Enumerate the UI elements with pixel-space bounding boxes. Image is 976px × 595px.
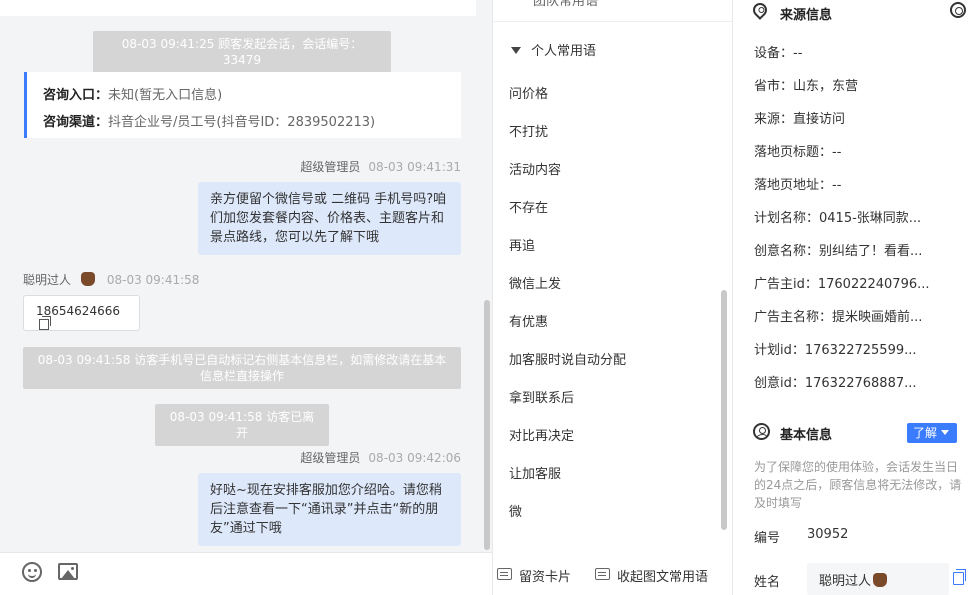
chat-top-strip [0,0,476,16]
phrase-item[interactable]: 再追 [509,235,535,254]
info-province-city: 省市：山东，东营 [754,79,859,94]
message-meta-agent-2: 超级管理员 08-03 09:42:06 [300,449,461,466]
chat-scrollbar[interactable] [484,300,490,550]
phrases-footer: 留资卡片 收起图文常用语 [493,552,733,595]
entrance-value: 未知(暂无入口信息) [108,88,223,103]
image-icon[interactable] [58,563,78,580]
collapse-rich-phrases-button[interactable]: 收起图文常用语 [617,566,708,585]
phrase-item[interactable]: 活动内容 [509,159,561,178]
customer-info-panel: 来源信息 设备：-- 省市：山东，东营 来源：直接访问 落地页标题：-- 落地页… [732,0,976,595]
info-plan-name: 计划名称：0415-张琳同款... [754,211,922,226]
id-label: 编号 [754,531,781,546]
info-advertiser-name: 广告主名称：提米映画婚前... [754,310,923,325]
phrase-item[interactable]: 拿到联系后 [509,387,574,406]
entrance-row: 咨询入口：未知(暂无入口信息) [43,82,445,109]
system-message-visitor-left: 08-03 09:41:58 访客已离开 [155,404,329,446]
consult-entry-card: 咨询入口：未知(暂无入口信息) 咨询渠道：抖音企业号/员工号(抖音号ID：283… [24,72,461,138]
edit-deadline-notice: 为了保障您的使用体验，会话发生当日的24点之后，顾客信息将无法修改，请及时填写 [754,460,962,510]
entrance-label: 咨询入口： [43,88,109,103]
info-advertiser-id: 广告主id：176022240796... [754,277,930,292]
team-phrases-group[interactable]: 团队常用语 [493,0,732,22]
id-value: 30952 [807,527,849,542]
system-message-session-start: 08-03 09:41:25 顾客发起会话，会话编号：33479 [93,31,391,73]
phrase-item[interactable]: 微信上发 [509,273,561,292]
learn-more-dropdown[interactable]: 了解 [907,423,957,443]
rich-doc-icon [595,568,610,580]
chevron-down-icon [941,430,950,435]
team-phrases-label: 团队常用语 [533,0,599,9]
user-circle-icon [753,423,770,440]
phrase-item[interactable]: 加客服时说自动分配 [509,349,626,368]
channel-label: 咨询渠道： [43,115,109,130]
source-info-title: 来源信息 [780,8,833,23]
channel-row: 咨询渠道：抖音企业号/员工号(抖音号ID：2839502213) [43,109,445,136]
message-bubble-agent-1: 亲方便留个微信号或 二维码 手机号吗?咱们加您发套餐内容、价格表、主题客片和景点… [198,182,461,255]
message-bubble-agent-2: 好哒~现在安排客服加您介绍哈。请您稍后注意查看一下“通讯录”并点击“新的朋友”通… [198,473,461,546]
phrases-panel: 团队常用语 个人常用语 问价格 不打扰 活动内容 不存在 再追 微信上发 有优惠… [492,0,733,595]
info-source: 来源：直接访问 [754,112,846,127]
info-plan-id: 计划id：176322725599... [754,343,917,358]
copy-icon[interactable] [39,316,51,330]
sender-name: 超级管理员 [300,160,361,174]
info-creative-name: 创意名称：别纠结了！看看... [754,244,923,259]
info-device: 设备：-- [754,46,803,61]
message-time: 08-03 09:41:31 [368,160,461,174]
emoji-icon[interactable] [22,562,42,582]
sender-name: 超级管理员 [300,451,361,465]
name-label: 姓名 [754,575,781,590]
phrase-item[interactable]: 有优惠 [509,311,548,330]
message-meta-visitor: 聪明过人 08-03 09:41:58 [23,271,199,288]
message-time: 08-03 09:41:58 [106,273,200,287]
settings-icon[interactable] [950,2,966,18]
phrase-item[interactable]: 让加客服 [509,463,561,482]
sender-name: 聪明过人 [23,273,72,287]
name-field[interactable]: 聪明过人 [807,563,949,595]
channel-value: 抖音企业号/员工号(抖音号ID：2839502213) [108,115,376,130]
lead-card-button[interactable]: 留资卡片 [519,566,571,585]
phrase-item[interactable]: 微 [509,501,522,520]
learn-more-label: 了解 [913,426,938,440]
chat-input-toolbar [0,552,492,595]
chat-panel: 08-03 09:41:25 顾客发起会话，会话编号：33479 咨询入口：未知… [0,0,492,595]
copy-edit-icon[interactable] [953,569,966,585]
phrase-item[interactable]: 问价格 [509,83,548,102]
phrases-scrollbar[interactable] [721,290,727,530]
collapse-triangle-icon [511,47,521,54]
message-bubble-visitor: 18654624666 [23,295,140,331]
phrase-item[interactable]: 不打扰 [509,121,548,140]
location-pin-icon [750,0,770,20]
info-landing-title: 落地页标题：-- [754,145,842,160]
message-meta-agent-1: 超级管理员 08-03 09:41:31 [300,158,461,175]
squirrel-emoji-icon [81,272,96,286]
phrase-item[interactable]: 不存在 [509,197,548,216]
message-time: 08-03 09:42:06 [368,451,461,465]
name-value: 聪明过人 [819,574,872,589]
info-landing-url: 落地页地址：-- [754,178,842,193]
squirrel-emoji-icon [873,573,888,587]
info-creative-id: 创意id：176322768887... [754,376,917,391]
system-message-phone-marked: 08-03 09:41:58 访客手机号已自动标记右侧基本信息栏，如需修改请在基… [23,347,461,389]
basic-info-title: 基本信息 [780,428,833,443]
card-doc-icon [497,568,512,580]
personal-phrases-header[interactable]: 个人常用语 [511,40,596,59]
phrase-item[interactable]: 对比再决定 [509,425,574,444]
personal-phrases-title: 个人常用语 [531,44,597,59]
